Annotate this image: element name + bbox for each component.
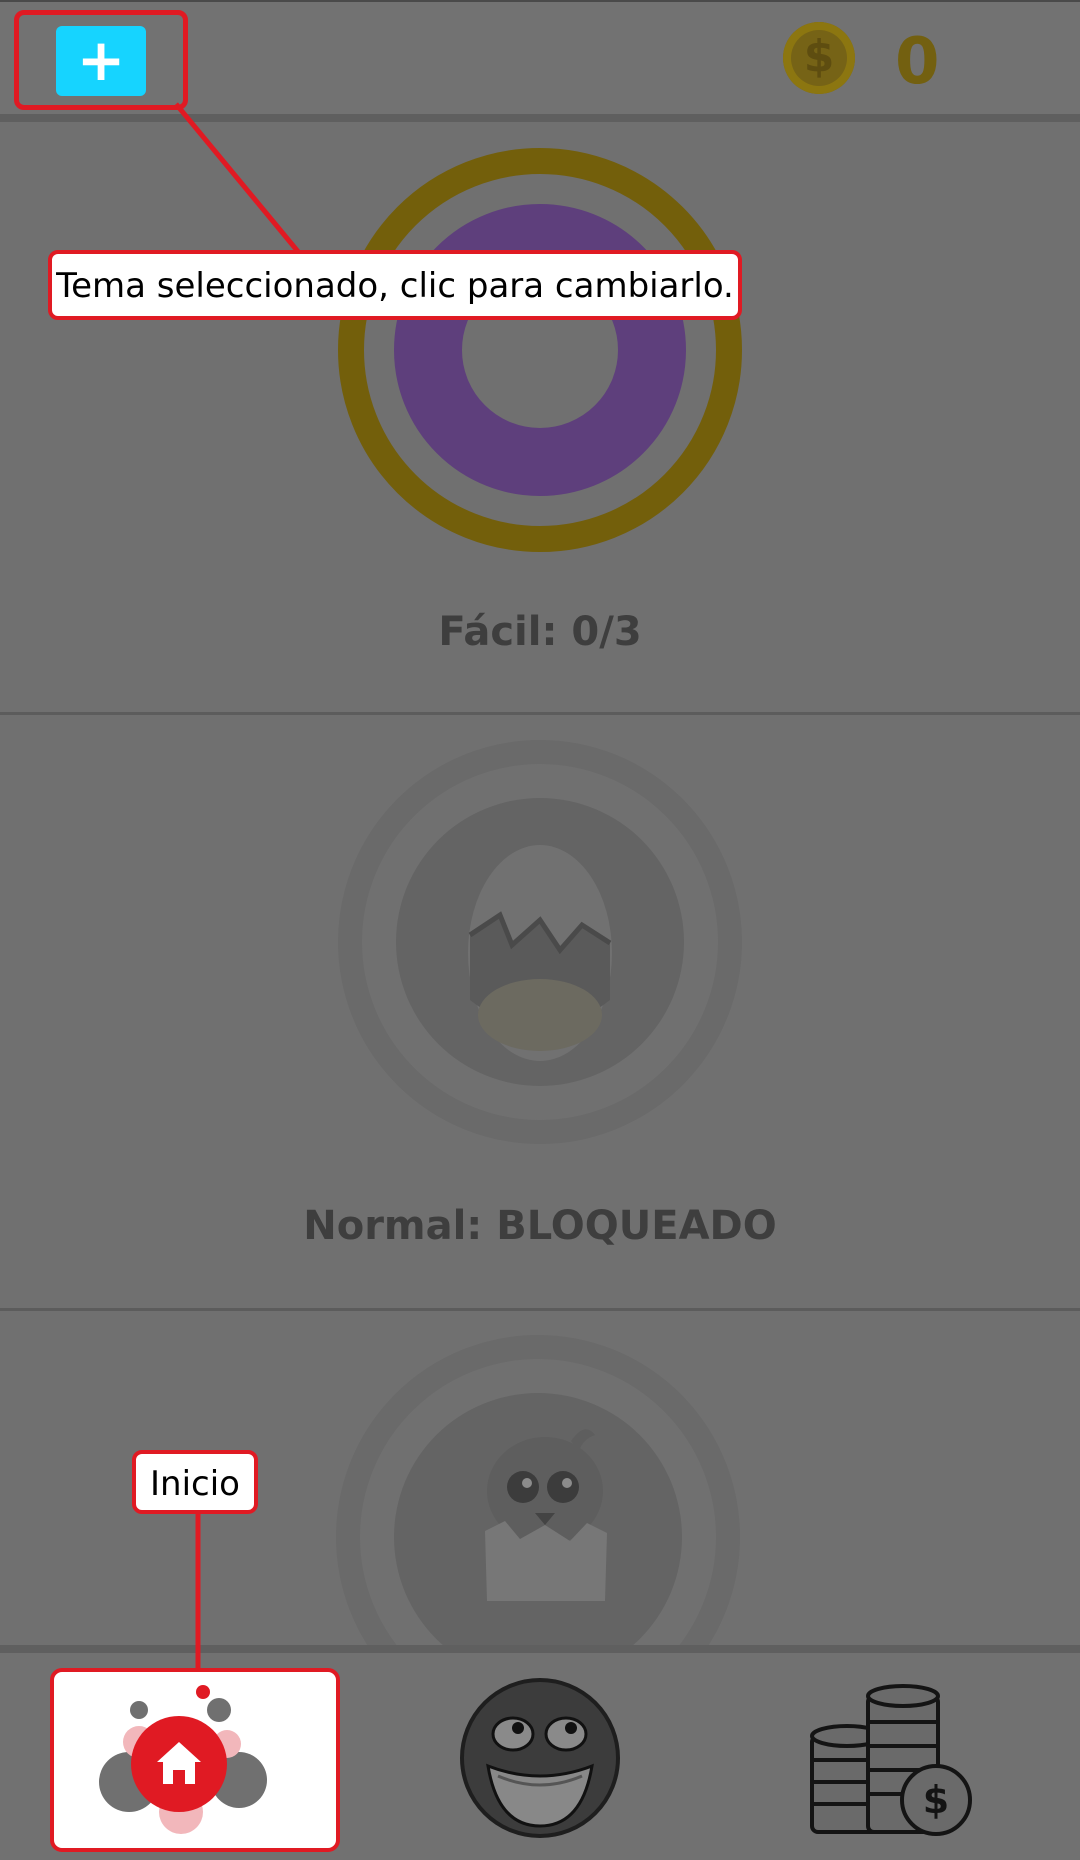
annotation-home-text: Inicio (150, 1464, 240, 1504)
annotation-theme-text: Tema seleccionado, clic para cambiarlo. (56, 266, 734, 306)
annotation-theme: Tema seleccionado, clic para cambiarlo. (48, 250, 742, 320)
annotation-home: Inicio (132, 1450, 258, 1514)
